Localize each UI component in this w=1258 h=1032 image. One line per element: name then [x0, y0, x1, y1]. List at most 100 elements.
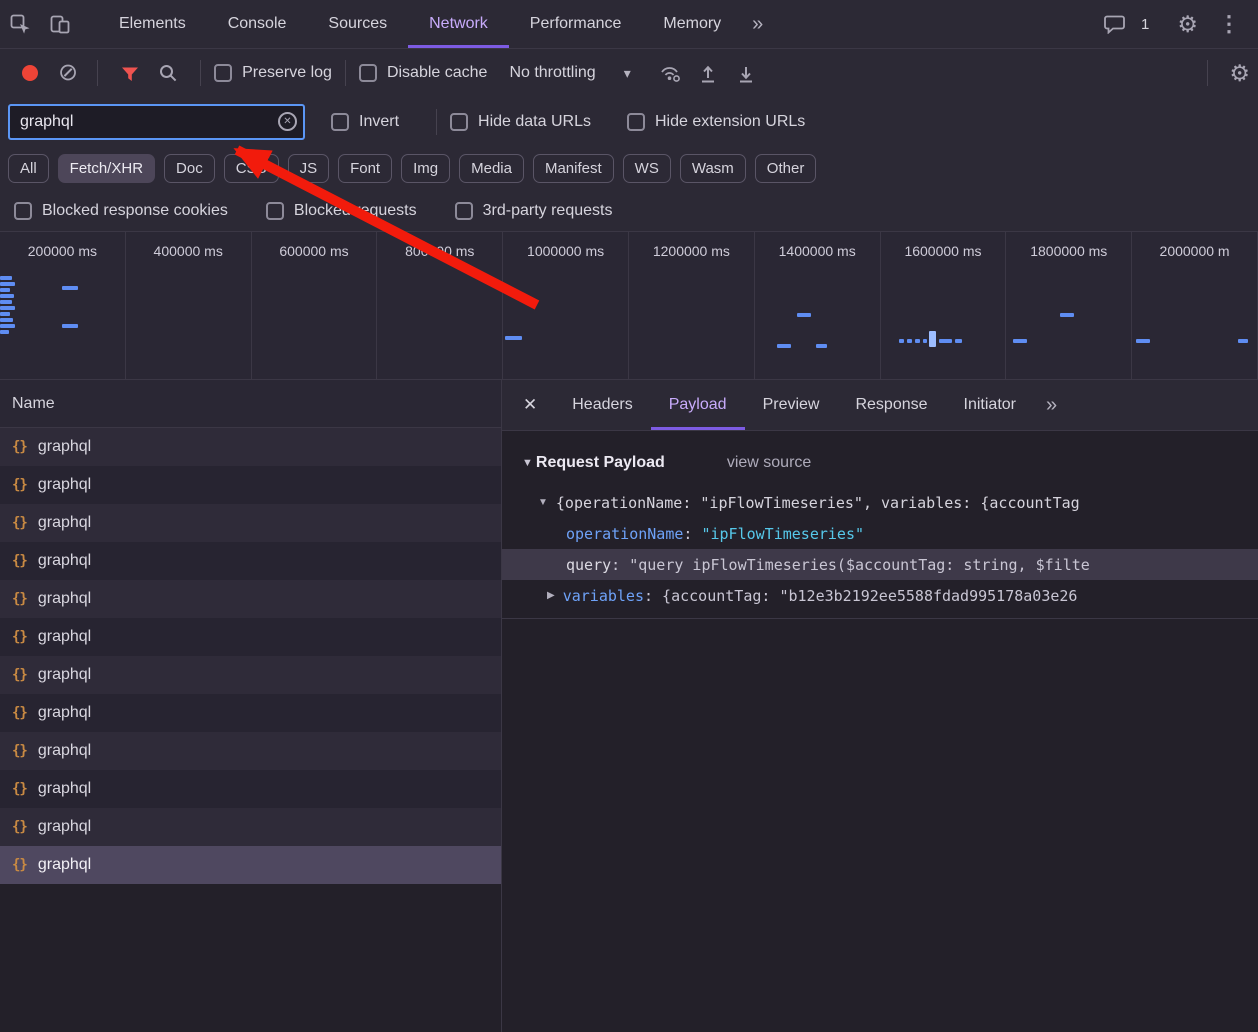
waterfall-bar: [0, 282, 15, 286]
network-overview-timeline[interactable]: 200000 ms 400000 ms 600000 ms 800000 ms …: [0, 231, 1258, 380]
request-type-chip[interactable]: Font: [338, 154, 392, 183]
network-filter-input[interactable]: [8, 104, 305, 140]
waterfall-bar: [1238, 339, 1248, 343]
request-name: graphql: [38, 438, 91, 456]
request-row[interactable]: {} graphql: [0, 732, 501, 770]
request-type-chip[interactable]: All: [8, 154, 49, 183]
payload-divider: [502, 618, 1258, 619]
request-row[interactable]: {} graphql: [0, 808, 501, 846]
panel-tab[interactable]: Elements: [98, 0, 207, 48]
invert-checkbox[interactable]: Invert: [331, 113, 399, 131]
collapse-triangle-icon[interactable]: ▼: [522, 457, 533, 469]
request-detail-pane: ✕ Headers Payload Preview Response Initi…: [502, 380, 1258, 1032]
panel-tab[interactable]: Performance: [509, 0, 643, 48]
request-name: graphql: [38, 742, 91, 760]
request-type-chip[interactable]: Doc: [164, 154, 215, 183]
device-toolbar-icon[interactable]: [40, 4, 80, 44]
view-source-link[interactable]: view source: [727, 454, 811, 472]
console-drawer-icon[interactable]: [1095, 4, 1135, 44]
preserve-log-checkbox[interactable]: Preserve log: [214, 64, 332, 82]
request-type-chip[interactable]: Media: [459, 154, 524, 183]
panel-tab[interactable]: Network: [408, 0, 509, 48]
close-detail-icon[interactable]: ✕: [502, 395, 554, 415]
request-name: graphql: [38, 514, 91, 532]
detail-tab[interactable]: Payload: [651, 380, 745, 430]
waterfall-bar: [907, 339, 912, 343]
request-type-chip[interactable]: CSS: [224, 154, 279, 183]
detail-tab[interactable]: Response: [837, 380, 945, 430]
request-type-chip[interactable]: Wasm: [680, 154, 746, 183]
detail-tab[interactable]: Initiator: [946, 380, 1034, 430]
request-row[interactable]: {} graphql: [0, 770, 501, 808]
request-row[interactable]: {} graphql: [0, 542, 501, 580]
panel-tab[interactable]: Console: [207, 0, 308, 48]
payload-key: query: [566, 556, 611, 574]
request-type-chip[interactable]: JS: [288, 154, 330, 183]
request-row[interactable]: {} graphql: [0, 466, 501, 504]
request-list-pane: Name {} graphql {} graphql {}: [0, 380, 502, 1032]
throttling-select[interactable]: No throttling ▾: [509, 64, 630, 82]
advanced-filter-checkbox[interactable]: Blocked response cookies: [14, 202, 228, 220]
request-type-chip[interactable]: Fetch/XHR: [58, 154, 155, 183]
payload-operation-row[interactable]: operationName: "ipFlowTimeseries": [502, 518, 1258, 549]
checkbox-box: [266, 202, 284, 220]
request-type-chip[interactable]: Img: [401, 154, 450, 183]
advanced-filter-checkbox[interactable]: Blocked requests: [266, 202, 417, 220]
triangle-right-icon[interactable]: ▶: [547, 590, 555, 601]
request-row[interactable]: {} graphql: [0, 846, 501, 884]
more-detail-tabs-icon[interactable]: »: [1034, 394, 1069, 417]
disable-cache-checkbox[interactable]: Disable cache: [359, 64, 488, 82]
clear-network-log-icon[interactable]: ⊘: [58, 61, 78, 85]
inspect-element-icon[interactable]: [0, 4, 40, 44]
request-type-chip[interactable]: Other: [755, 154, 817, 183]
search-icon[interactable]: [149, 54, 187, 92]
network-conditions-icon[interactable]: [651, 54, 689, 92]
payload-summary-row[interactable]: ▼ {operationName: "ipFlowTimeseries", va…: [502, 487, 1258, 518]
request-name: graphql: [38, 818, 91, 836]
filter-funnel-icon[interactable]: [111, 54, 149, 92]
waterfall-bar: [0, 288, 10, 292]
import-har-icon[interactable]: [689, 54, 727, 92]
request-type-chip[interactable]: Manifest: [533, 154, 614, 183]
waterfall-bar: [0, 294, 14, 298]
request-name: graphql: [38, 476, 91, 494]
invert-label: Invert: [359, 113, 399, 131]
request-row[interactable]: {} graphql: [0, 618, 501, 656]
json-request-icon: {}: [12, 705, 27, 721]
more-panels-icon[interactable]: »: [742, 13, 773, 36]
kebab-menu-icon[interactable]: ⋮: [1212, 11, 1246, 37]
divider: [97, 60, 98, 86]
payload-variables-row[interactable]: ▶ variables: {accountTag: "b12e3b2192ee5…: [502, 580, 1258, 611]
panel-tab[interactable]: Memory: [642, 0, 742, 48]
network-settings-gear-icon[interactable]: ⚙: [1221, 60, 1258, 87]
panel-tab[interactable]: Sources: [307, 0, 408, 48]
request-payload-title: Request Payload: [536, 454, 665, 472]
hide-data-urls-checkbox[interactable]: Hide data URLs: [450, 113, 591, 131]
request-type-chip[interactable]: WS: [623, 154, 671, 183]
divider: [1207, 60, 1208, 86]
export-har-icon[interactable]: [727, 54, 765, 92]
json-request-icon: {}: [12, 743, 27, 759]
settings-gear-icon[interactable]: ⚙: [1169, 11, 1206, 38]
json-request-icon: {}: [12, 629, 27, 645]
devtools-window: Elements Console Sources Network Perform…: [0, 0, 1258, 1032]
request-row[interactable]: {} graphql: [0, 656, 501, 694]
record-network-log-button[interactable]: [22, 65, 38, 81]
advanced-filter-checkbox[interactable]: 3rd-party requests: [455, 202, 613, 220]
request-row[interactable]: {} graphql: [0, 694, 501, 732]
triangle-down-icon[interactable]: ▼: [538, 497, 548, 508]
checkbox-box: [450, 113, 468, 131]
detail-tab[interactable]: Preview: [745, 380, 838, 430]
detail-tab[interactable]: Headers: [554, 380, 650, 430]
payload-value: "query ipFlowTimeseries($accountTag: str…: [629, 556, 1090, 574]
name-column-header[interactable]: Name: [0, 380, 501, 428]
hide-extension-urls-checkbox[interactable]: Hide extension URLs: [627, 113, 805, 131]
request-row[interactable]: {} graphql: [0, 428, 501, 466]
clear-filter-icon[interactable]: ✕: [278, 112, 297, 131]
request-row[interactable]: {} graphql: [0, 504, 501, 542]
payload-query-row-selected[interactable]: query: "query ipFlowTimeseries($accountT…: [502, 549, 1258, 580]
hide-data-urls-label: Hide data URLs: [478, 113, 591, 131]
request-row[interactable]: {} graphql: [0, 580, 501, 618]
advanced-filter-row: Blocked response cookies Blocked request…: [0, 190, 1258, 232]
json-request-icon: {}: [12, 667, 27, 683]
